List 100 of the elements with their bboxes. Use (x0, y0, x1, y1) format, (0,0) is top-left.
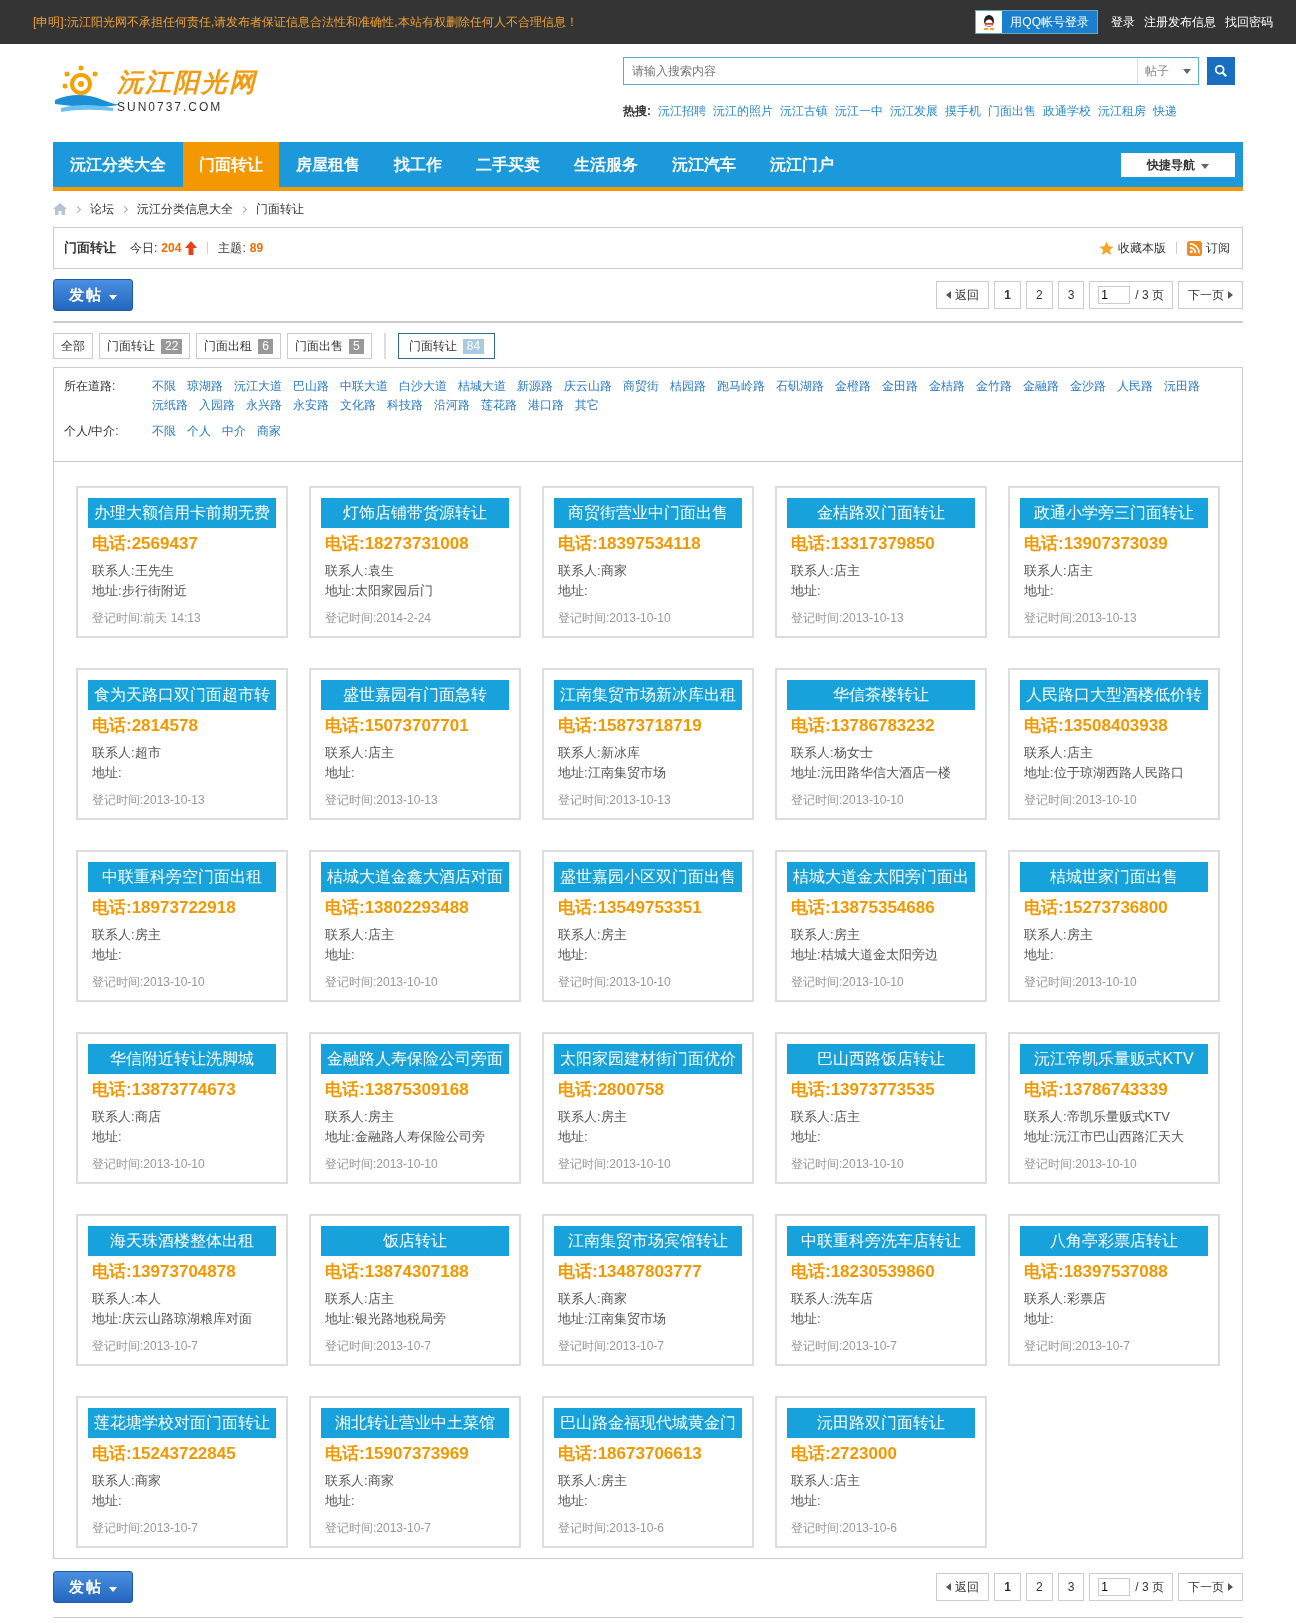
filter-option[interactable]: 中联大道 (340, 378, 388, 395)
filter-option[interactable]: 港口路 (528, 397, 564, 414)
filter-option[interactable]: 个人 (187, 423, 211, 440)
listing-title[interactable]: 灯饰店铺带货源转让 (321, 498, 509, 528)
filter-option[interactable]: 入园路 (199, 397, 235, 414)
filter-option[interactable]: 不限 (152, 378, 176, 395)
filter-option[interactable]: 巴山路 (293, 378, 329, 395)
listing-card[interactable]: 海天珠酒楼整体出租 电话:13973704878 联系人:本人 地址:庆云山路琼湖粮库对面 登记时间:2013-10-7 (76, 1214, 288, 1366)
listing-card[interactable]: 金桔路双门面转让 电话:13317379850 联系人:店主 地址: 登记时间:2013-10-13 (775, 486, 987, 638)
listing-title[interactable]: 盛世嘉园小区双门面出售 (554, 862, 742, 892)
filter-option[interactable]: 中介 (222, 423, 246, 440)
page-number-button[interactable]: 1 (994, 281, 1021, 309)
hot-search-link[interactable]: 摸手机 (945, 103, 981, 120)
hot-search-link[interactable]: 门面出售 (988, 103, 1036, 120)
filter-option[interactable]: 桔园路 (670, 378, 706, 395)
filter-option[interactable]: 商家 (257, 423, 281, 440)
listing-title[interactable]: 桔城世家门面出售 (1020, 862, 1208, 892)
listing-card[interactable]: 商贸街营业中门面出售 电话:18397534118 联系人:商家 地址: 登记时间:2013-10-10 (542, 486, 754, 638)
listing-card[interactable]: 华信茶楼转让 电话:13786783232 联系人:杨女士 地址:沅田路华信大酒店一楼 登记时间:2013-10-10 (775, 668, 987, 820)
page-number-button[interactable]: 1 (994, 1573, 1021, 1601)
filter-option[interactable]: 白沙大道 (399, 378, 447, 395)
top-link[interactable]: 找回密码 (1225, 13, 1273, 31)
filter-option[interactable]: 沅江大道 (234, 378, 282, 395)
new-post-button[interactable]: 发帖 (53, 279, 133, 311)
listing-card[interactable]: 人民路口大型酒楼低价转 电话:13508403938 联系人:店主 地址:位于琼湖西路人民路口 登记时间:2013-10-10 (1008, 668, 1220, 820)
filter-option[interactable]: 金沙路 (1070, 378, 1106, 395)
listing-card[interactable]: 八角亭彩票店转让 电话:18397537088 联系人:彩票店 地址: 登记时间:2013-10-7 (1008, 1214, 1220, 1366)
filter-option[interactable]: 永兴路 (246, 397, 282, 414)
hot-search-link[interactable]: 快递 (1153, 103, 1177, 120)
listing-card[interactable]: 华信附近转让洗脚城 电话:13873774673 联系人:商店 地址: 登记时间:2013-10-10 (76, 1032, 288, 1184)
filter-option[interactable]: 商贸街 (623, 378, 659, 395)
next-page-button[interactable]: 下一页 (1178, 1573, 1243, 1601)
filter-option[interactable]: 金橙路 (835, 378, 871, 395)
filter-tab[interactable]: 门面出售 5 (287, 333, 372, 359)
hot-search-link[interactable]: 沅江招聘 (658, 103, 706, 120)
listing-card[interactable]: 巴山西路饭店转让 电话:13973773535 联系人:店主 地址: 登记时间:2013-10-10 (775, 1032, 987, 1184)
hot-search-link[interactable]: 沅江的照片 (713, 103, 773, 120)
page-input[interactable]: 1 (1098, 1578, 1131, 1596)
nav-tab[interactable]: 沅江门户 (753, 142, 851, 187)
listing-title[interactable]: 华信附近转让洗脚城 (88, 1044, 276, 1074)
listing-card[interactable]: 灯饰店铺带货源转让 电话:18273731008 联系人:袁生 地址:太阳家园后门 登记时间:2014-2-24 (309, 486, 521, 638)
listing-title[interactable]: 办理大额信用卡前期无费 (88, 498, 276, 528)
listing-card[interactable]: 太阳家园建材街门面优价 电话:2800758 联系人:房主 地址: 登记时间:2013-10-10 (542, 1032, 754, 1184)
listing-card[interactable]: 沅田路双门面转让 电话:2723000 联系人:店主 地址: 登记时间:2013-10-6 (775, 1396, 987, 1548)
filter-option[interactable]: 人民路 (1117, 378, 1153, 395)
subscribe-link[interactable]: 订阅 (1206, 239, 1230, 257)
listing-card[interactable]: 中联重科旁洗车店转让 电话:18230539860 联系人:洗车店 地址: 登记时间:2013-10-7 (775, 1214, 987, 1366)
page-number-button[interactable]: 3 (1057, 1573, 1085, 1601)
filter-option[interactable]: 金桔路 (929, 378, 965, 395)
listing-card[interactable]: 湘北转让营业中土菜馆 电话:15907373969 联系人:商家 地址: 登记时间:2013-10-7 (309, 1396, 521, 1548)
hot-search-link[interactable]: 沅江古镇 (780, 103, 828, 120)
listing-title[interactable]: 巴山路金福现代城黄金门 (554, 1408, 742, 1438)
listing-title[interactable]: 盛世嘉园有门面急转 (321, 680, 509, 710)
hot-search-link[interactable]: 沅江一中 (835, 103, 883, 120)
filter-tab[interactable]: 门面出租 6 (196, 333, 282, 359)
favorite-link[interactable]: 收藏本版 (1118, 239, 1166, 257)
next-page-button[interactable]: 下一页 (1178, 281, 1243, 309)
filter-option[interactable]: 不限 (152, 423, 176, 440)
hot-search-link[interactable]: 沅江发展 (890, 103, 938, 120)
hot-search-link[interactable]: 政通学校 (1043, 103, 1091, 120)
filter-option[interactable]: 琼湖路 (187, 378, 223, 395)
filter-option[interactable]: 金融路 (1023, 378, 1059, 395)
listing-title[interactable]: 食为天路口双门面超市转 (88, 680, 276, 710)
nav-tab[interactable]: 生活服务 (557, 142, 655, 187)
listing-card[interactable]: 莲花塘学校对面门面转让 电话:15243722845 联系人:商家 地址: 登记时间:2013-10-7 (76, 1396, 288, 1548)
listing-title[interactable]: 政通小学旁三门面转让 (1020, 498, 1208, 528)
filter-option[interactable]: 桔城大道 (458, 378, 506, 395)
listing-title[interactable]: 金桔路双门面转让 (787, 498, 975, 528)
filter-option[interactable]: 文化路 (340, 397, 376, 414)
listing-title[interactable]: 湘北转让营业中土菜馆 (321, 1408, 509, 1438)
nav-tab[interactable]: 房屋租售 (279, 142, 377, 187)
listing-card[interactable]: 饭店转让 电话:13874307188 联系人:店主 地址:银光路地税局旁 登记时间:2013-10-7 (309, 1214, 521, 1366)
page-number-button[interactable]: 3 (1057, 281, 1085, 309)
new-post-button[interactable]: 发帖 (53, 1571, 133, 1603)
quick-nav-button[interactable]: 快捷导航 (1121, 152, 1235, 177)
listing-card[interactable]: 食为天路口双门面超市转 电话:2814578 联系人:超市 地址: 登记时间:2013-10-13 (76, 668, 288, 820)
filter-tab[interactable]: 全部 (53, 333, 93, 359)
listing-title[interactable]: 中联重科旁洗车店转让 (787, 1226, 975, 1256)
listing-title[interactable]: 饭店转让 (321, 1226, 509, 1256)
breadcrumb-link[interactable]: 论坛 (90, 200, 114, 218)
listing-title[interactable]: 商贸街营业中门面出售 (554, 498, 742, 528)
filter-tab[interactable]: 门面转让 84 (397, 333, 496, 359)
breadcrumb-link[interactable]: 门面转让 (256, 200, 304, 218)
listing-title[interactable]: 海天珠酒楼整体出租 (88, 1226, 276, 1256)
listing-card[interactable]: 办理大额信用卡前期无费 电话:2569437 联系人:王先生 地址:步行街附近 登记时间:前天 14:13 (76, 486, 288, 638)
listing-title[interactable]: 中联重科旁空门面出租 (88, 862, 276, 892)
top-link[interactable]: 登录 (1111, 13, 1135, 31)
filter-option[interactable]: 科技路 (387, 397, 423, 414)
listing-title[interactable]: 江南集贸市场宾馆转让 (554, 1226, 742, 1256)
filter-option[interactable]: 沅田路 (1164, 378, 1200, 395)
filter-option[interactable]: 金田路 (882, 378, 918, 395)
search-scope-dropdown[interactable]: 帖子 (1137, 58, 1198, 84)
listing-card[interactable]: 金融路人寿保险公司旁面 电话:13875309168 联系人:房主 地址:金融路人寿保险公司旁 登记时间:2013-10-10 (309, 1032, 521, 1184)
search-button[interactable] (1207, 57, 1235, 85)
page-input[interactable]: 1 (1098, 286, 1131, 304)
listing-title[interactable]: 太阳家园建材街门面优价 (554, 1044, 742, 1074)
filter-option[interactable]: 其它 (575, 397, 599, 414)
filter-option[interactable]: 新源路 (517, 378, 553, 395)
listing-card[interactable]: 政通小学旁三门面转让 电话:13907373039 联系人:店主 地址: 登记时间:2013-10-13 (1008, 486, 1220, 638)
filter-tab[interactable]: 门面转让 22 (99, 333, 191, 359)
